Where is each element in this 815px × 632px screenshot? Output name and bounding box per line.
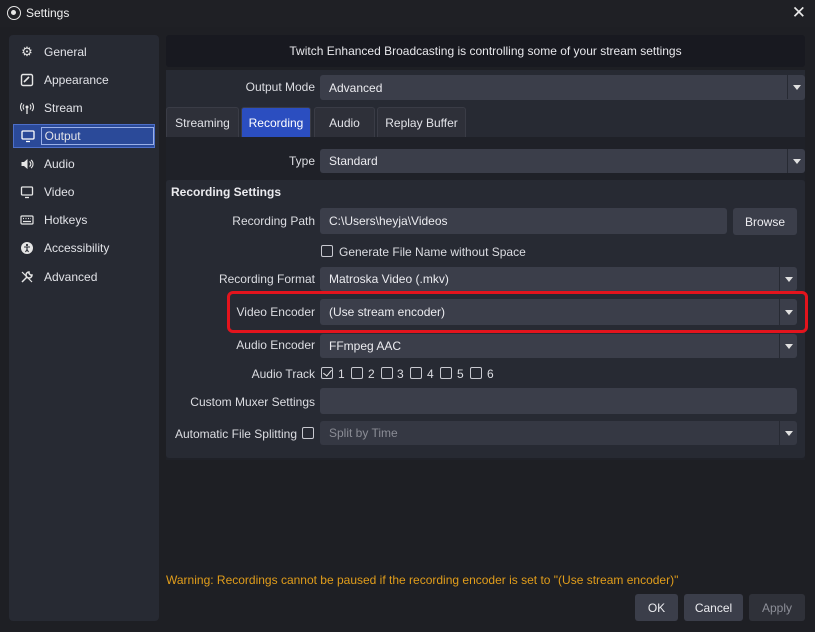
output-mode-value: Advanced [329,80,383,95]
audio-track-3-checkbox[interactable] [381,367,393,379]
broadcast-icon [19,100,35,116]
sidebar-item-label: Stream [44,101,83,115]
audio-encoder-value: FFmpeg AAC [329,339,402,353]
file-splitting-label: Automatic File Splitting [174,427,297,441]
chevron-down-icon [779,334,797,358]
sidebar-item-general[interactable]: ⚙ General [13,40,155,64]
tab-label: Audio [329,115,360,130]
recording-format-value: Matroska Video (.mkv) [329,272,449,286]
accessibility-icon [19,240,35,256]
tab-replay-buffer[interactable]: Replay Buffer [377,107,466,137]
audio-encoder-label: Audio Encoder [236,338,315,352]
type-label: Type [288,154,315,168]
audio-track-2-checkbox[interactable] [351,367,363,379]
audio-encoder-select[interactable]: FFmpeg AAC [320,334,797,358]
browse-label: Browse [744,214,785,229]
sidebar-item-video[interactable]: Video [13,180,155,204]
audio-track-3-label: 3 [397,367,404,381]
recording-format-select[interactable]: Matroska Video (.mkv) [320,267,797,291]
apply-button[interactable]: Apply [749,594,805,621]
video-encoder-label: Video Encoder [236,305,315,319]
video-encoder-value: (Use stream encoder) [329,305,446,319]
output-mode-label: Output Mode [245,80,315,94]
audio-track-4-label: 4 [427,367,434,381]
sidebar: ⚙ General Appearance Stream Output Audio… [9,35,159,621]
keyboard-icon [19,212,35,228]
apply-label: Apply [761,600,793,615]
tab-recording[interactable]: Recording [241,107,311,137]
audio-track-1-label: 1 [338,367,345,381]
sidebar-item-accessibility[interactable]: Accessibility [13,236,155,260]
wrench-icon [19,269,35,285]
close-icon[interactable]: ✕ [792,3,806,23]
sidebar-item-label: Advanced [44,270,98,284]
file-splitting-select[interactable]: Split by Time [320,421,797,445]
sidebar-item-appearance[interactable]: Appearance [13,68,155,92]
file-splitting-value: Split by Time [329,426,398,440]
chevron-down-icon [779,299,797,325]
type-select[interactable]: Standard [320,149,805,173]
audio-track-6-checkbox[interactable] [470,367,482,379]
sidebar-item-audio[interactable]: Audio [13,152,155,176]
chevron-down-icon [787,149,805,173]
sidebar-item-label: General [44,45,87,59]
sidebar-item-stream[interactable]: Stream [13,96,155,120]
monitor-icon [20,128,36,144]
browse-button[interactable]: Browse [733,208,797,235]
type-value: Standard [329,154,378,168]
broadcast-banner: Twitch Enhanced Broadcasting is controll… [166,35,805,67]
file-splitting-checkbox[interactable] [302,427,314,439]
audio-track-5-label: 5 [457,367,464,381]
custom-muxer-input[interactable] [320,388,797,414]
cancel-label: Cancel [694,600,733,615]
obs-logo-icon [7,6,21,20]
video-encoder-select[interactable]: (Use stream encoder) [320,299,797,325]
ok-button[interactable]: OK [635,594,678,621]
title-bar: Settings ✕ [0,0,815,27]
output-mode-select[interactable]: Advanced [320,75,805,100]
recording-path-field[interactable]: C:\Users\heyja\Videos [320,208,727,234]
generate-filename-label: Generate File Name without Space [339,245,526,259]
appearance-icon [19,72,35,88]
cancel-button[interactable]: Cancel [684,594,743,621]
sidebar-item-label: Audio [44,157,75,171]
audio-track-label: Audio Track [251,367,315,381]
recording-settings-title: Recording Settings [171,185,282,199]
chevron-down-icon [779,267,797,291]
custom-muxer-label: Custom Muxer Settings [190,395,315,409]
tab-label: Recording [248,115,304,130]
audio-track-1-checkbox[interactable] [321,367,333,379]
tab-audio[interactable]: Audio [314,107,375,137]
audio-track-5-checkbox[interactable] [440,367,452,379]
speaker-icon [19,156,35,172]
sidebar-item-label: Output [40,127,154,145]
audio-track-4-checkbox[interactable] [410,367,422,379]
chevron-down-icon [779,421,797,445]
gear-icon: ⚙ [21,44,33,59]
banner-text: Twitch Enhanced Broadcasting is controll… [289,44,682,58]
tab-streaming[interactable]: Streaming [166,107,239,137]
tab-label: Streaming [175,115,230,130]
sidebar-item-label: Appearance [44,73,109,87]
sidebar-item-label: Accessibility [44,241,110,255]
sidebar-item-label: Hotkeys [44,213,88,227]
generate-filename-checkbox[interactable] [321,245,333,257]
recording-path-label: Recording Path [232,214,315,228]
sidebar-item-advanced[interactable]: Advanced [13,265,155,289]
sidebar-item-hotkeys[interactable]: Hotkeys [13,208,155,232]
tab-label: Replay Buffer [385,115,458,130]
recording-format-label: Recording Format [218,272,315,286]
audio-track-2-label: 2 [368,367,375,381]
warning-text: Warning: Recordings cannot be paused if … [166,573,679,587]
recording-path-value: C:\Users\heyja\Videos [329,214,448,228]
audio-track-6-label: 6 [487,367,494,381]
chevron-down-icon [787,75,805,99]
window-title: Settings [26,6,70,20]
sidebar-item-label: Video [44,185,75,199]
sidebar-item-output[interactable]: Output [13,124,155,148]
ok-label: OK [647,600,666,615]
screen-icon [19,184,35,200]
